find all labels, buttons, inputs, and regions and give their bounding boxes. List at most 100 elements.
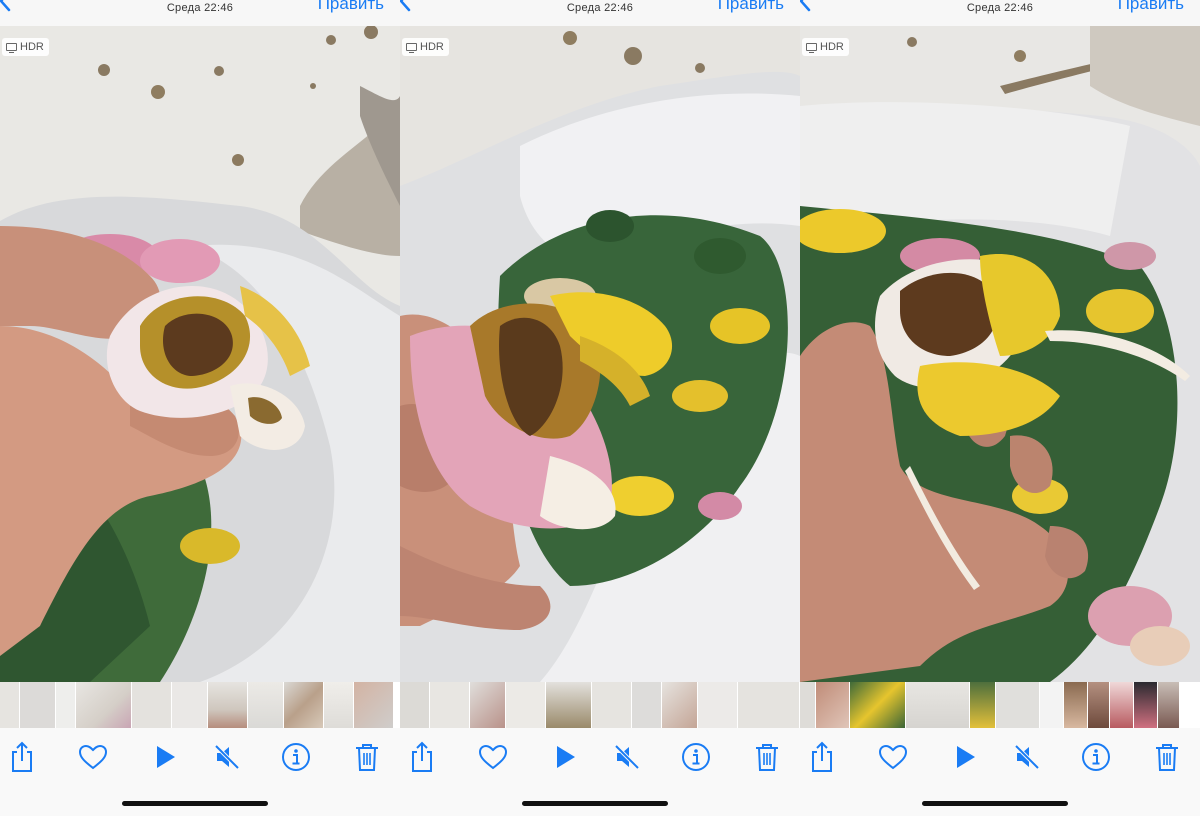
info-button[interactable] [1079, 740, 1113, 774]
thumbnail[interactable] [698, 682, 738, 728]
thumbnail-strip[interactable] [800, 682, 1200, 728]
trash-icon [1156, 744, 1178, 771]
thumbnail[interactable] [132, 682, 172, 728]
thumbnail[interactable] [284, 682, 324, 728]
mute-button[interactable] [210, 740, 244, 774]
thumbnail[interactable] [400, 682, 430, 728]
tv-icon [6, 43, 17, 53]
info-button[interactable] [679, 740, 713, 774]
thumbnail[interactable] [470, 682, 506, 728]
thumbnail[interactable] [632, 682, 662, 728]
photo-dried-rose-1[interactable]: HDR [0, 26, 400, 682]
thumbnail[interactable] [1064, 682, 1088, 728]
delete-button[interactable] [1150, 740, 1184, 774]
play-button[interactable] [148, 740, 182, 774]
share-button[interactable] [5, 740, 39, 774]
photo-dried-rose-2[interactable]: HDR [400, 26, 800, 682]
edit-button[interactable]: Править [718, 0, 784, 14]
thumbnail[interactable] [248, 682, 284, 728]
thumbnail[interactable] [56, 682, 76, 728]
play-button[interactable] [548, 740, 582, 774]
edit-button[interactable]: Править [1118, 0, 1184, 14]
heart-icon [478, 744, 508, 770]
hdr-badge: HDR [802, 38, 849, 56]
favorite-button[interactable] [476, 740, 510, 774]
thumbnail[interactable] [592, 682, 632, 728]
bottom-toolbar [0, 728, 400, 816]
play-button[interactable] [948, 740, 982, 774]
thumbnail[interactable] [546, 682, 592, 728]
play-icon [557, 746, 575, 768]
thumbnail[interactable] [1040, 682, 1064, 728]
info-icon [1082, 743, 1110, 771]
thumbnail[interactable] [20, 682, 56, 728]
hdr-label: HDR [20, 41, 44, 53]
hdr-label: HDR [420, 41, 444, 53]
thumbnail[interactable] [506, 682, 546, 728]
play-icon [957, 746, 975, 768]
thumbnail[interactable] [906, 682, 970, 728]
share-icon [812, 741, 832, 772]
home-indicator [122, 801, 268, 806]
favorite-button[interactable] [76, 740, 110, 774]
photo-image [0, 26, 400, 682]
thumbnail[interactable] [76, 682, 132, 728]
trash-icon [356, 744, 378, 771]
bottom-toolbar [800, 728, 1200, 816]
hdr-label: HDR [820, 41, 844, 53]
photo-viewer-screen-2: Среда 22:46 Править HDR [400, 0, 800, 816]
share-icon [412, 741, 432, 772]
thumbnail[interactable] [1158, 682, 1180, 728]
thumbnail[interactable] [738, 682, 800, 728]
bottom-toolbar [400, 728, 800, 816]
hdr-badge: HDR [2, 38, 49, 56]
thumbnail[interactable] [816, 682, 850, 728]
photo-image [800, 26, 1200, 682]
share-button[interactable] [405, 740, 439, 774]
thumbnail[interactable] [354, 682, 394, 728]
thumbnail[interactable] [172, 682, 208, 728]
thumbnail[interactable] [800, 682, 816, 728]
info-icon [282, 743, 310, 771]
thumbnail-strip[interactable] [400, 682, 800, 728]
mute-button[interactable] [610, 740, 644, 774]
delete-button[interactable] [750, 740, 784, 774]
thumbnail[interactable] [1134, 682, 1158, 728]
mute-icon [1014, 744, 1040, 770]
thumbnail[interactable] [662, 682, 698, 728]
heart-icon [78, 744, 108, 770]
hdr-badge: HDR [402, 38, 449, 56]
nav-bar: Среда 22:46 Править [800, 0, 1200, 26]
favorite-button[interactable] [876, 740, 910, 774]
share-icon [12, 741, 32, 772]
thumbnail[interactable] [1088, 682, 1110, 728]
photo-dried-rose-3[interactable]: HDR [800, 26, 1200, 682]
three-phone-screenshots: Среда 22:46 Править HDR Среда 22:46 Прав… [0, 0, 1200, 816]
home-indicator [522, 801, 668, 806]
nav-bar: Среда 22:46 Править [400, 0, 800, 26]
delete-button[interactable] [350, 740, 384, 774]
thumbnail[interactable] [430, 682, 470, 728]
home-indicator [922, 801, 1068, 806]
info-button[interactable] [279, 740, 313, 774]
mute-icon [614, 744, 640, 770]
thumbnail[interactable] [996, 682, 1040, 728]
tv-icon [806, 43, 817, 53]
thumbnail[interactable] [0, 682, 20, 728]
thumbnail[interactable] [970, 682, 996, 728]
edit-button[interactable]: Править [318, 0, 384, 14]
play-icon [157, 746, 175, 768]
thumbnail-strip[interactable] [0, 682, 400, 728]
thumbnail[interactable] [324, 682, 354, 728]
thumbnail[interactable] [1110, 682, 1134, 728]
trash-icon [756, 744, 778, 771]
tv-icon [406, 43, 417, 53]
mute-icon [214, 744, 240, 770]
info-icon [682, 743, 710, 771]
mute-button[interactable] [1010, 740, 1044, 774]
photo-viewer-screen-1: Среда 22:46 Править HDR [0, 0, 400, 816]
photo-viewer-screen-3: Среда 22:46 Править HDR [800, 0, 1200, 816]
share-button[interactable] [805, 740, 839, 774]
thumbnail[interactable] [208, 682, 248, 728]
thumbnail[interactable] [850, 682, 906, 728]
